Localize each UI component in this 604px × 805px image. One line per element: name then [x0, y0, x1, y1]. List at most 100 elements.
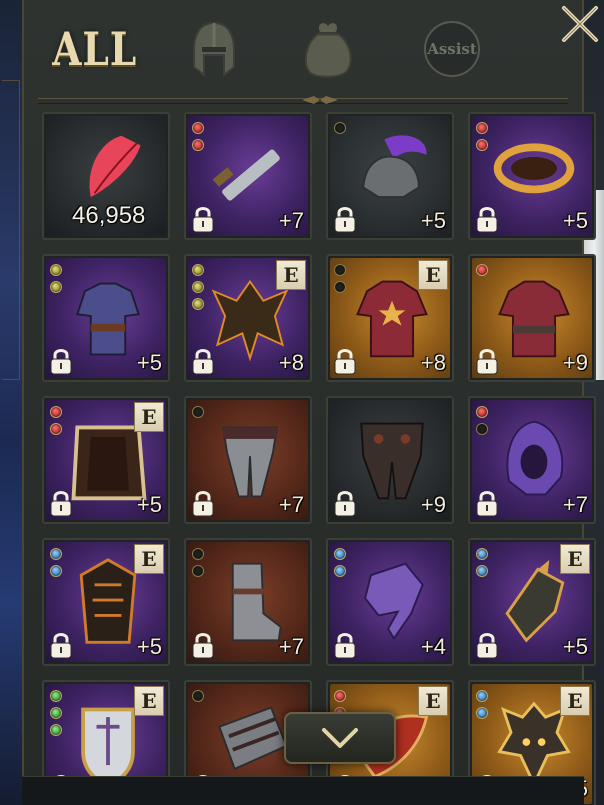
bottom-bar — [22, 776, 584, 805]
gem-sockets — [476, 264, 488, 276]
item-slot-red-tunic[interactable]: E +8 — [326, 254, 454, 382]
enhance-level: +7 — [278, 634, 304, 659]
enhance-level: +5 — [562, 208, 588, 233]
gem-socket-empty — [476, 423, 488, 435]
gem-socket-yellow — [192, 281, 204, 293]
enhance-level: +9 — [562, 350, 588, 375]
gem-socket-red — [476, 122, 488, 134]
item-slot-spiked-armor[interactable]: E +5 — [42, 538, 170, 666]
enhance-level: +4 — [420, 634, 446, 659]
lock-icon[interactable] — [190, 630, 216, 660]
item-slot-golden-circlet[interactable]: +5 — [468, 112, 596, 240]
tab-pouch[interactable] — [296, 14, 360, 84]
equip-badge: E — [134, 402, 164, 432]
item-slot-feather[interactable]: 46,958 — [42, 112, 170, 240]
enhance-level: +7 — [278, 208, 304, 233]
gem-socket-green — [50, 724, 62, 736]
lock-icon[interactable] — [474, 204, 500, 234]
equip-badge: E — [560, 544, 590, 574]
tab-all[interactable]: ALL — [52, 14, 138, 84]
lock-icon[interactable] — [332, 204, 358, 234]
gem-socket-empty — [192, 406, 204, 418]
gem-sockets — [192, 548, 204, 577]
chevron-down-icon — [322, 728, 358, 748]
lock-icon[interactable] — [48, 488, 74, 518]
gem-socket-yellow — [50, 264, 62, 276]
enhance-level: +5 — [136, 634, 162, 659]
enhance-level: +9 — [420, 492, 446, 517]
enhance-level: +7 — [562, 492, 588, 517]
lock-icon[interactable] — [474, 630, 500, 660]
gem-socket-blue — [476, 690, 488, 702]
gem-socket-empty — [192, 548, 204, 560]
item-slot-robe[interactable]: +5 — [42, 254, 170, 382]
gem-socket-blue — [476, 707, 488, 719]
item-slot-dragon-cape[interactable]: E +8 — [184, 254, 312, 382]
assist-ring: Assist — [424, 21, 480, 77]
equip-badge: E — [418, 686, 448, 716]
pouch-icon — [304, 23, 352, 78]
gem-socket-blue — [50, 548, 62, 560]
tab-assist[interactable]: Assist — [422, 14, 482, 84]
lock-icon[interactable] — [332, 630, 358, 660]
item-slot-dragon-gauntlet[interactable]: E +5 — [468, 538, 596, 666]
item-slot-steel-boots[interactable]: +7 — [184, 538, 312, 666]
item-slot-fur-cloak[interactable]: E +5 — [42, 396, 170, 524]
scroll-down-button[interactable] — [284, 712, 396, 764]
gem-sockets — [50, 690, 62, 736]
gem-sockets — [476, 548, 488, 577]
item-slot-dark-leggings[interactable]: +9 — [326, 396, 454, 524]
item-quantity: 46,958 — [72, 202, 146, 229]
gem-socket-empty — [334, 122, 346, 134]
lock-icon[interactable] — [48, 630, 74, 660]
lock-icon[interactable] — [332, 488, 358, 518]
tab-helmet[interactable] — [184, 14, 244, 84]
gem-sockets — [192, 264, 204, 310]
lock-icon[interactable] — [48, 346, 74, 376]
lock-icon[interactable] — [332, 346, 358, 376]
category-tabs: ALL Assist — [24, 0, 598, 100]
gem-sockets — [192, 690, 204, 702]
gem-sockets — [50, 548, 62, 577]
gem-sockets — [476, 690, 488, 719]
lock-icon[interactable] — [190, 204, 216, 234]
enhance-level: +5 — [136, 350, 162, 375]
helmet-icon — [193, 21, 235, 78]
gem-sockets — [192, 122, 204, 151]
gem-socket-blue — [476, 565, 488, 577]
gem-socket-yellow — [192, 264, 204, 276]
gem-socket-red — [334, 690, 346, 702]
divider-ornament — [302, 96, 338, 104]
lock-icon[interactable] — [474, 346, 500, 376]
gem-socket-red — [476, 264, 488, 276]
tab-all-label: ALL — [52, 22, 138, 76]
close-button[interactable] — [558, 2, 602, 46]
lock-icon[interactable] — [190, 346, 216, 376]
item-slot-plate-legs[interactable]: +7 — [184, 396, 312, 524]
gem-socket-red — [50, 423, 62, 435]
enhance-level: +8 — [278, 350, 304, 375]
gem-socket-blue — [334, 548, 346, 560]
gem-socket-green — [50, 707, 62, 719]
inventory-panel: ALL Assist 46,958 +7 +5 +5 +5 E +8 E +8 … — [22, 0, 598, 805]
background-left — [0, 0, 24, 805]
gem-socket-empty — [192, 565, 204, 577]
gem-sockets — [192, 406, 204, 418]
enhance-level: +5 — [562, 634, 588, 659]
equip-badge: E — [134, 544, 164, 574]
equip-badge: E — [134, 686, 164, 716]
item-slot-sword[interactable]: +7 — [184, 112, 312, 240]
equip-badge: E — [560, 686, 590, 716]
gem-socket-yellow — [192, 298, 204, 310]
gem-socket-empty — [334, 264, 346, 276]
item-slot-violet-hood[interactable]: +7 — [468, 396, 596, 524]
item-slot-plumed-helmet[interactable]: +5 — [326, 112, 454, 240]
gem-socket-red — [50, 406, 62, 418]
gem-socket-blue — [50, 565, 62, 577]
lock-icon[interactable] — [474, 488, 500, 518]
lock-icon[interactable] — [190, 488, 216, 518]
gem-socket-empty — [192, 690, 204, 702]
item-slot-claw-gauntlet[interactable]: +4 — [326, 538, 454, 666]
item-slot-red-tunic-plain[interactable]: +9 — [468, 254, 596, 382]
gem-socket-blue — [476, 548, 488, 560]
